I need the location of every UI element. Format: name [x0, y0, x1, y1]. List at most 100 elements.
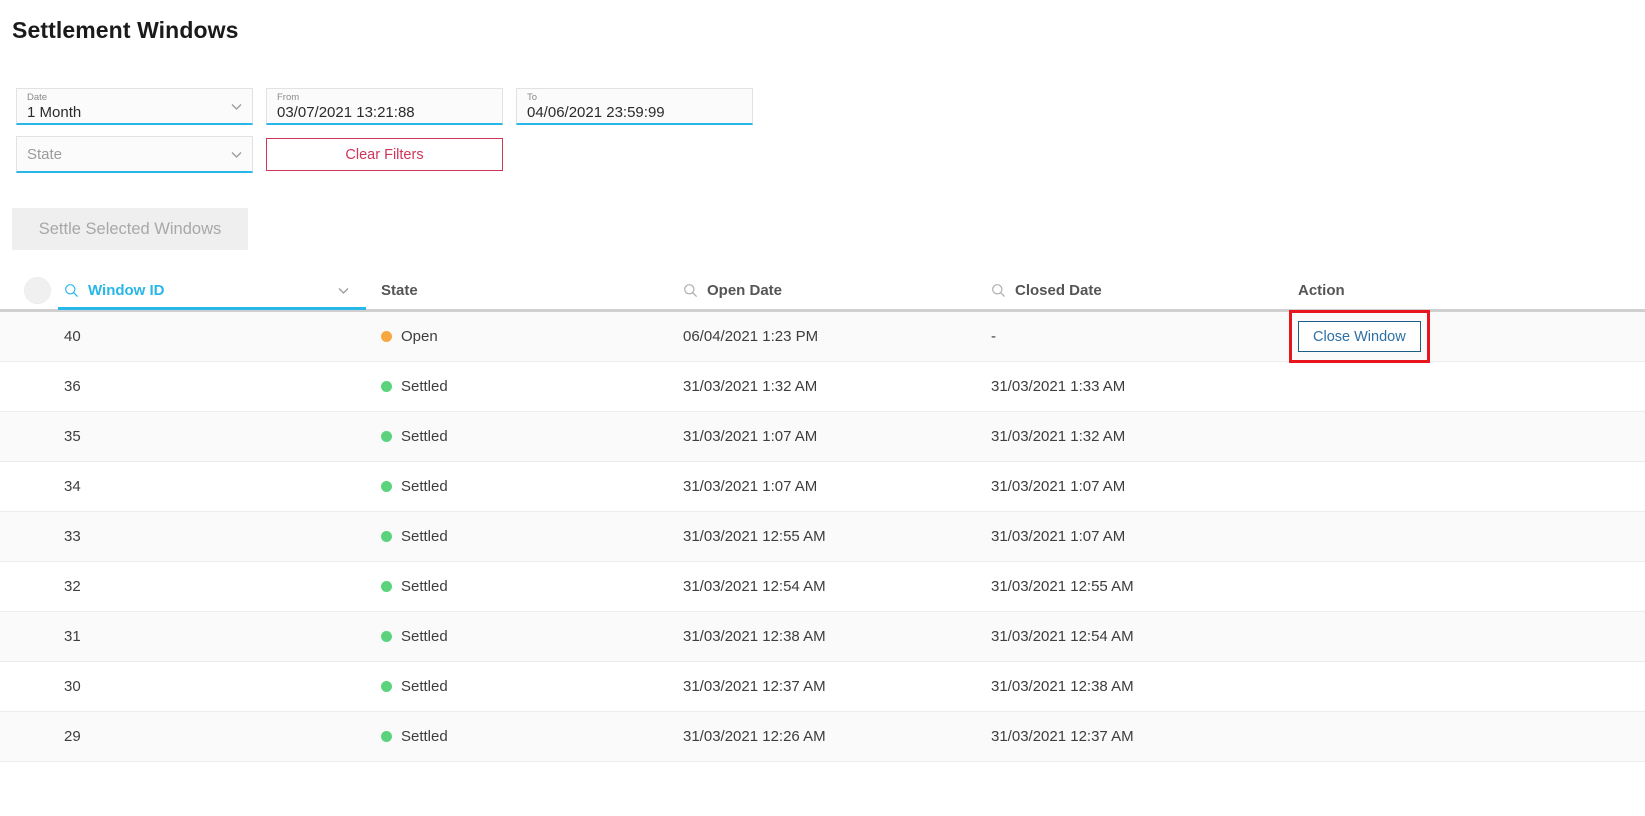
cell-open-date: 31/03/2021 12:55 AM: [671, 512, 976, 561]
cell-state: Settled: [366, 612, 671, 661]
cell-closed-date: 31/03/2021 12:38 AM: [976, 662, 1281, 711]
status-dot-icon: [381, 431, 392, 442]
table-row[interactable]: 31Settled31/03/2021 12:38 AM31/03/2021 1…: [0, 612, 1645, 662]
cell-window-id: 33: [58, 512, 366, 561]
search-icon[interactable]: [991, 283, 1006, 298]
table-header-closed-date-label: Closed Date: [1015, 282, 1102, 299]
cell-window-id: 30: [58, 662, 366, 711]
clear-filters-button[interactable]: Clear Filters: [266, 138, 503, 171]
status-dot-icon: [381, 531, 392, 542]
cell-open-date: 06/04/2021 1:23 PM: [671, 312, 976, 361]
cell-open-date: 31/03/2021 1:07 AM: [671, 462, 976, 511]
table-body: 40Open06/04/2021 1:23 PM-Close Window36S…: [0, 312, 1645, 762]
filter-row-bottom: State Clear Filters: [16, 136, 1645, 173]
table-header-open-date[interactable]: Open Date: [671, 271, 976, 309]
filter-panel: Date 1 Month From 03/07/2021 13:21:88 To…: [0, 88, 1645, 173]
table-row[interactable]: 32 Settled 31/03/2021 12:54 AM31/03/2021 1…: [0, 562, 1645, 612]
row-select-checkbox[interactable]: [0, 562, 58, 611]
active-column-underline: [58, 307, 366, 310]
cell-action: [1281, 712, 1645, 761]
row-select-checkbox[interactable]: [0, 712, 58, 761]
status-badge: Settled: [401, 378, 448, 395]
cell-state: Settled: [366, 712, 671, 761]
cell-open-date: 31/03/2021 1:32 AM: [671, 362, 976, 411]
cell-window-id: 34: [58, 462, 366, 511]
cell-closed-date: -: [976, 312, 1281, 361]
close-window-button[interactable]: Close Window: [1298, 321, 1421, 352]
state-select[interactable]: State: [16, 136, 253, 173]
table-header-window-id[interactable]: Window ID: [58, 271, 366, 309]
table-header-select-all[interactable]: [0, 271, 58, 309]
page-title: Settlement Windows: [12, 17, 1645, 44]
filter-row-top: Date 1 Month From 03/07/2021 13:21:88 To…: [16, 88, 1645, 125]
row-select-checkbox[interactable]: [0, 412, 58, 461]
action-button-wrapper: Close Window: [1298, 321, 1421, 352]
search-icon[interactable]: [683, 283, 698, 298]
row-select-checkbox[interactable]: [0, 312, 58, 361]
cell-state: Open: [366, 312, 671, 361]
row-select-checkbox[interactable]: [0, 612, 58, 661]
cell-action: [1281, 612, 1645, 661]
status-badge: Settled: [401, 528, 448, 545]
cell-action: [1281, 512, 1645, 561]
cell-action: [1281, 462, 1645, 511]
cell-open-date: 31/03/2021 12:38 AM: [671, 612, 976, 661]
cell-window-id: 35: [58, 412, 366, 461]
cell-closed-date: 31/03/2021 1:07 AM: [976, 462, 1281, 511]
chevron-down-icon[interactable]: [337, 284, 350, 297]
search-icon[interactable]: [64, 283, 79, 298]
cell-state: Settled: [366, 462, 671, 511]
from-date-value: 03/07/2021 13:21:88: [277, 103, 492, 123]
table-header-state[interactable]: State: [366, 271, 671, 309]
table-header-closed-date[interactable]: Closed Date: [976, 271, 1281, 309]
table-row[interactable]: 30Settled31/03/2021 12:37 AM31/03/2021 1…: [0, 662, 1645, 712]
status-badge: Open: [401, 328, 438, 345]
cell-closed-date: 31/03/2021 1:33 AM: [976, 362, 1281, 411]
status-badge: Settled: [401, 428, 448, 445]
status-badge: Settled: [401, 578, 448, 595]
table-row[interactable]: 34 Settled 31/03/2021 1:07 AM31/03/2021 1:…: [0, 462, 1645, 512]
cell-action: [1281, 412, 1645, 461]
cell-window-id: 32: [58, 562, 366, 611]
table-header-action-label: Action: [1298, 282, 1345, 299]
status-dot-icon: [381, 581, 392, 592]
cell-closed-date: 31/03/2021 12:55 AM: [976, 562, 1281, 611]
to-date-input[interactable]: To 04/06/2021 23:59:99: [516, 88, 753, 125]
cell-window-id: 31: [58, 612, 366, 661]
cell-state: Settled: [366, 562, 671, 611]
from-date-label: From: [277, 93, 492, 103]
status-dot-icon: [381, 631, 392, 642]
status-dot-icon: [381, 331, 392, 342]
status-dot-icon: [381, 381, 392, 392]
cell-window-id: 36: [58, 362, 366, 411]
table-row[interactable]: 29Settled31/03/2021 12:26 AM31/03/2021 1…: [0, 712, 1645, 762]
table-header-open-date-label: Open Date: [707, 282, 782, 299]
table-row[interactable]: 33 Settled 31/03/2021 12:55 AM31/03/2021 1…: [0, 512, 1645, 562]
cell-open-date: 31/03/2021 12:37 AM: [671, 662, 976, 711]
table-row[interactable]: 40Open06/04/2021 1:23 PM-Close Window: [0, 312, 1645, 362]
row-select-checkbox[interactable]: [0, 662, 58, 711]
date-range-select[interactable]: Date 1 Month: [16, 88, 253, 125]
cell-state: Settled: [366, 512, 671, 561]
row-select-checkbox[interactable]: [0, 362, 58, 411]
select-all-circle-icon[interactable]: [24, 277, 51, 304]
cell-open-date: 31/03/2021 12:54 AM: [671, 562, 976, 611]
settle-selected-windows-button[interactable]: Settle Selected Windows: [12, 208, 248, 250]
status-badge: Settled: [401, 478, 448, 495]
cell-closed-date: 31/03/2021 1:07 AM: [976, 512, 1281, 561]
status-badge: Settled: [401, 728, 448, 745]
table-row[interactable]: 35 Settled 31/03/2021 1:07 AM31/03/2021 1:…: [0, 412, 1645, 462]
cell-state: Settled: [366, 662, 671, 711]
date-range-value: 1 Month: [27, 103, 242, 123]
table-header-window-id-label: Window ID: [88, 282, 165, 299]
table-row[interactable]: 36 Settled 31/03/2021 1:32 AM31/03/2021 1:…: [0, 362, 1645, 412]
table-header-action: Action: [1281, 271, 1645, 309]
cell-action: [1281, 562, 1645, 611]
cell-open-date: 31/03/2021 1:07 AM: [671, 412, 976, 461]
row-select-checkbox[interactable]: [0, 462, 58, 511]
cell-closed-date: 31/03/2021 1:32 AM: [976, 412, 1281, 461]
state-select-placeholder: State: [27, 140, 242, 170]
row-select-checkbox[interactable]: [0, 512, 58, 561]
settlement-windows-table: Window ID State Open Date Closed Date Ac…: [0, 271, 1645, 762]
from-date-input[interactable]: From 03/07/2021 13:21:88: [266, 88, 503, 125]
